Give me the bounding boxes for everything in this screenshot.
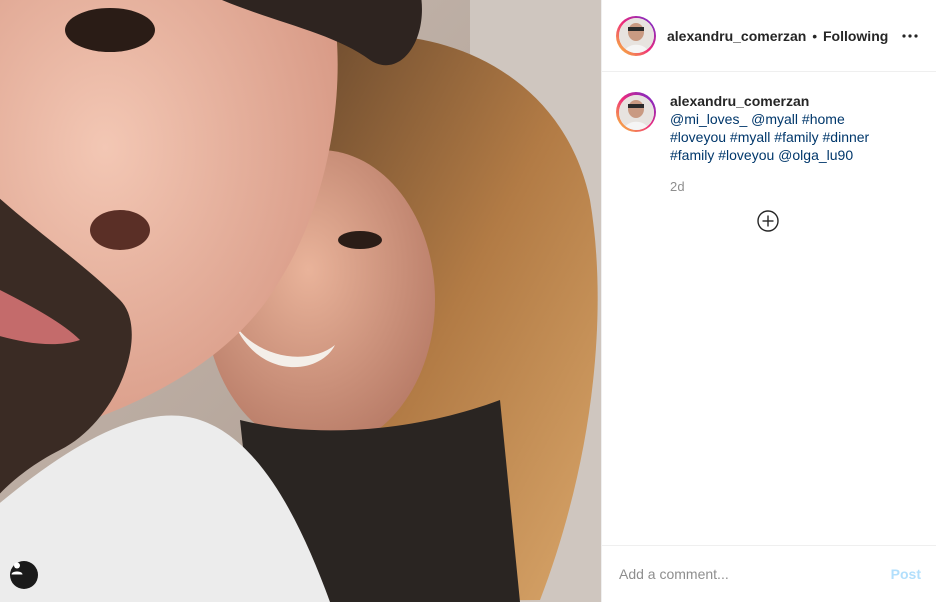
tagged-users-button[interactable] xyxy=(10,561,38,589)
post-timestamp[interactable]: 2d xyxy=(670,178,886,196)
mention-link[interactable]: @mi_loves_ xyxy=(670,111,747,127)
user-avatar-image xyxy=(618,94,654,130)
header-text: alexandru_comerzan • Following xyxy=(667,28,888,44)
selfie-image xyxy=(0,0,601,602)
header-separator: • xyxy=(812,27,818,44)
user-avatar-image xyxy=(618,18,654,53)
following-button[interactable]: Following xyxy=(823,28,888,44)
caption-avatar[interactable] xyxy=(616,92,656,132)
caption: alexandru_comerzan @mi_loves_ @myall #ho… xyxy=(602,72,936,196)
more-horizontal-icon xyxy=(902,33,918,38)
plus-circle-icon xyxy=(757,210,779,232)
caption-text: alexandru_comerzan @mi_loves_ @myall #ho… xyxy=(670,92,886,196)
comment-bar: Post xyxy=(602,545,936,602)
more-options-button[interactable] xyxy=(898,24,922,48)
caption-username[interactable]: alexandru_comerzan xyxy=(670,93,809,109)
post-comment-button[interactable]: Post xyxy=(891,566,921,582)
avatar[interactable] xyxy=(616,15,656,56)
post-photo[interactable] xyxy=(0,0,601,602)
post-sidebar: alexandru_comerzan • Following alexandru… xyxy=(601,0,936,602)
mention-link[interactable]: @myall xyxy=(751,111,798,127)
post-header: alexandru_comerzan • Following xyxy=(602,0,936,72)
header-username[interactable]: alexandru_comerzan xyxy=(667,28,806,44)
mention-link[interactable]: @olga_lu90 xyxy=(778,147,853,163)
person-icon xyxy=(11,562,23,575)
load-more-comments-button[interactable] xyxy=(757,210,779,232)
comment-input[interactable] xyxy=(617,565,891,583)
